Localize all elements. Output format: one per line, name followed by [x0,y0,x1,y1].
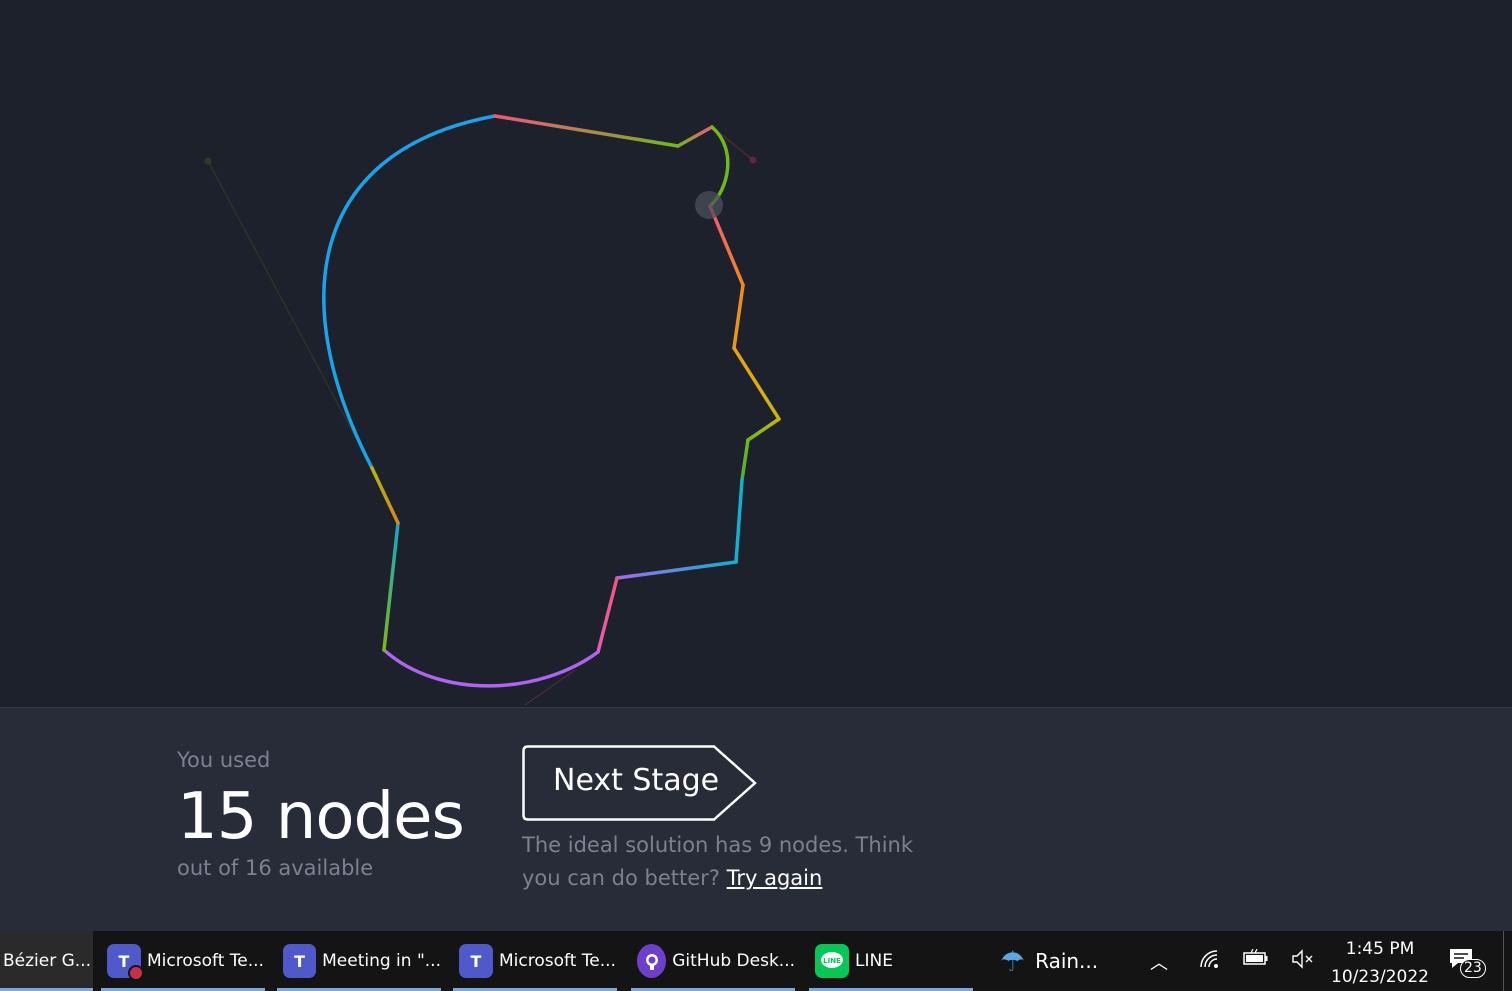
taskbar-item-teams-meeting[interactable]: T Meeting in "... [277,931,441,991]
node-count: 15 nodes [177,780,465,854]
curve-segment [382,648,600,688]
clock-date: 10/23/2022 [1331,967,1429,987]
next-stage-button[interactable]: Next Stage [522,745,758,821]
umbrella-rain-icon: ☂ [1000,944,1026,978]
line-icon: LINE [815,944,849,978]
github-icon [637,944,667,978]
battery-icon[interactable] [1243,948,1269,972]
curve-segment [676,125,714,148]
notification-center-button[interactable]: 23 [1448,947,1486,983]
weather-label: Rain... [1035,949,1099,973]
drawing-canvas[interactable] [0,0,1512,707]
curve-segment [615,560,738,580]
taskbar-item-label: Microsoft Te... [147,951,264,971]
taskbar-item-bezier-game[interactable]: Bézier G... [0,931,93,991]
clock-time: 1:45 PM [1345,939,1415,959]
curve-segment [596,576,619,654]
taskbar-item-teams-1[interactable]: T Microsoft Te... [101,931,265,991]
wifi-icon[interactable] [1199,949,1221,974]
taskbar-item-github[interactable]: GitHub Desk... [631,931,795,991]
curve-segment [382,521,400,652]
taskbar-item-label: Meeting in "... [322,951,441,971]
next-stage-label: Next Stage [553,763,720,798]
show-hidden-icons-chevron-icon[interactable]: ︿ [1150,949,1168,975]
teams-icon: T [459,944,493,978]
control-handle-point [749,156,757,164]
teams-icon: T [283,944,317,978]
clock[interactable]: 1:45 PM 10/23/2022 [1330,935,1430,991]
curve-segment [370,466,400,525]
weather-widget[interactable]: ☂ Rain... [1000,931,1115,991]
result-panel: You used 15 nodes out of 16 available Ne… [0,707,1512,932]
curve-segment [740,438,750,482]
available-nodes: out of 16 available [177,856,374,880]
show-desktop-divider[interactable] [1503,931,1504,991]
control-handle-point [204,157,212,165]
try-again-link[interactable]: Try again [727,866,823,890]
notification-count-badge: 23 [1460,959,1486,978]
bezier-curve-drawing[interactable] [0,0,1512,707]
curve-segment [732,346,781,421]
taskbar: Bézier G... T Microsoft Te... T Meeting … [0,931,1512,991]
svg-text:LINE: LINE [823,957,841,965]
taskbar-item-label: Microsoft Te... [499,951,616,971]
curve-segment [734,478,744,564]
hint-message: The ideal solution has 9 nodes. Think yo… [522,833,914,890]
taskbar-item-label: GitHub Desk... [672,951,795,971]
selected-node-handle [695,191,723,219]
hint-text: The ideal solution has 9 nodes. Think yo… [522,829,922,895]
curve-segment [322,114,497,470]
volume-muted-icon[interactable] [1291,949,1315,974]
curve-segment [493,114,680,148]
taskbar-item-teams-2[interactable]: T Microsoft Te... [453,931,617,991]
taskbar-item-line[interactable]: LINE LINE [809,931,973,991]
recording-dot-icon [128,965,144,981]
curve-segment [708,204,745,287]
teams-icon: T [107,944,144,981]
curve-segment [746,417,781,442]
used-label: You used [177,748,271,772]
taskbar-item-label: Bézier G... [3,951,92,971]
taskbar-item-label: LINE [855,951,893,971]
curve-segment [732,283,745,350]
